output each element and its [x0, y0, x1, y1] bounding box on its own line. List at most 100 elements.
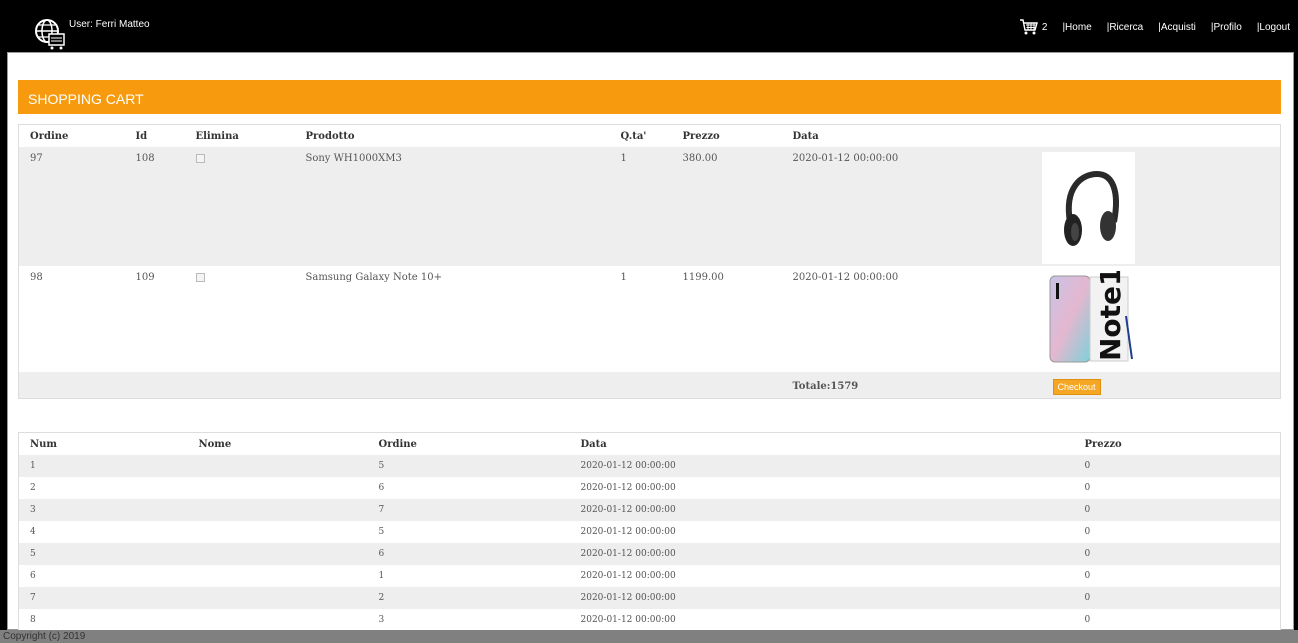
- cell-data: 2020-01-12 00:00:00: [792, 153, 899, 164]
- orders-table: Num Nome Ordine Data Prezzo 1 5 2020-01-…: [18, 432, 1281, 632]
- cell-ordine: 5: [367, 521, 570, 543]
- cell-num: 8: [18, 609, 188, 632]
- table-row: 2 6 2020-01-12 00:00:00 0: [18, 477, 1281, 499]
- table-row: 3 7 2020-01-12 00:00:00 0: [18, 499, 1281, 521]
- orders-header-row: Num Nome Ordine Data Prezzo: [19, 433, 1281, 456]
- cell-ordine: 98: [30, 272, 43, 283]
- footer-copyright: Copyright (c) 2019: [0, 630, 1298, 643]
- nav-profilo-link[interactable]: |Profilo: [1211, 22, 1242, 33]
- table-row: 8 3 2020-01-12 00:00:00 0: [18, 609, 1281, 632]
- cell-nome: [187, 499, 368, 521]
- cell-ordine: 6: [367, 543, 570, 565]
- cell-ordine: 5: [367, 455, 570, 477]
- total-label: Totale:1579: [792, 381, 859, 392]
- cell-elimina: [185, 266, 295, 372]
- svg-text:Note10: Note10: [1094, 271, 1127, 361]
- col-prezzo: Prezzo: [671, 124, 782, 147]
- cell-num: 3: [18, 499, 188, 521]
- table-row: 1 5 2020-01-12 00:00:00 0: [18, 455, 1281, 477]
- cell-num: 2: [18, 477, 188, 499]
- cell-ordine: 7: [367, 499, 570, 521]
- cell-prezzo: 0: [1073, 609, 1281, 632]
- user-label: User: Ferri Matteo: [69, 19, 150, 30]
- cart-header-row: Ordine Id Elimina Prodotto Q.ta' Prezzo …: [18, 124, 1281, 147]
- cell-ordine: 97: [30, 153, 43, 164]
- col-prodotto: Prodotto: [294, 124, 610, 147]
- col-id: Id: [124, 124, 185, 147]
- nav-acquisti-link[interactable]: |Acquisti: [1158, 22, 1196, 33]
- cell-id: 109: [135, 272, 155, 283]
- cell-nome: [187, 521, 368, 543]
- cell-elimina: [185, 147, 295, 266]
- cell-prezzo: 0: [1073, 587, 1281, 609]
- col-elimina: Elimina: [184, 124, 295, 147]
- cell-num: 5: [18, 543, 188, 565]
- cell-num: 7: [18, 587, 188, 609]
- cell-image: [1041, 147, 1281, 266]
- cell-nome: [187, 477, 368, 499]
- cart-link[interactable]: 2: [1019, 19, 1048, 35]
- col-image: [1041, 124, 1281, 147]
- cell-prezzo: 0: [1073, 477, 1281, 499]
- frame-left: [0, 0, 7, 643]
- cell-prezzo: 0: [1073, 455, 1281, 477]
- cell-data: 2020-01-12 00:00:00: [569, 609, 1074, 632]
- cell-nome: [187, 565, 368, 587]
- cell-prodotto: Samsung Galaxy Note 10+: [305, 272, 442, 283]
- cell-data: 2020-01-12 00:00:00: [569, 499, 1074, 521]
- col-data: Data: [580, 438, 607, 450]
- cell-qta: 1: [620, 272, 627, 283]
- col-data: Data: [781, 124, 1042, 147]
- top-navbar: User: Ferri Matteo 2 |Home |Ricerca |Acq…: [7, 7, 1294, 52]
- cell-prezzo: 0: [1073, 543, 1281, 565]
- cell-prezzo: 0: [1073, 499, 1281, 521]
- cell-prodotto: Sony WH1000XM3: [305, 153, 402, 164]
- cell-data: 2020-01-12 00:00:00: [569, 455, 1074, 477]
- cell-data: 2020-01-12 00:00:00: [569, 565, 1074, 587]
- cart-icon[interactable]: [1019, 19, 1038, 35]
- cell-prezzo: 1199.00: [682, 272, 724, 283]
- cell-data: 2020-01-12 00:00:00: [792, 272, 899, 283]
- total-row: Totale:1579 Checkout: [18, 372, 1281, 398]
- cell-data: 2020-01-12 00:00:00: [569, 543, 1074, 565]
- cell-nome: [187, 455, 368, 477]
- cell-ordine: 3: [367, 609, 570, 632]
- nav-ricerca-link[interactable]: |Ricerca: [1107, 22, 1144, 33]
- phone-product-image: Note10: [1041, 247, 1135, 367]
- cell-nome: [187, 543, 368, 565]
- table-row: 4 5 2020-01-12 00:00:00 0: [18, 521, 1281, 543]
- cart-count: 2: [1041, 21, 1048, 33]
- cart-row: 98 109 Samsung Galaxy Note 10+ 1 1199.00…: [18, 247, 1281, 372]
- col-qta: Q.ta': [609, 124, 672, 147]
- cell-num: 1: [18, 455, 188, 477]
- table-row: 6 1 2020-01-12 00:00:00 0: [18, 565, 1281, 587]
- delete-checkbox[interactable]: [195, 154, 205, 163]
- headphones-product-image: [1041, 152, 1135, 264]
- cell-num: 4: [18, 521, 188, 543]
- nav-home-link[interactable]: |Home: [1062, 22, 1091, 33]
- nav-logout-link[interactable]: |Logout: [1257, 22, 1290, 33]
- frame-right: [1294, 0, 1298, 643]
- globe-cart-icon[interactable]: [32, 17, 66, 51]
- table-row: 5 6 2020-01-12 00:00:00 0: [18, 543, 1281, 565]
- table-row: 7 2 2020-01-12 00:00:00 0: [18, 587, 1281, 609]
- cell-image: Note10: [1041, 247, 1281, 372]
- frame-top: [0, 0, 1298, 7]
- cell-prezzo: 0: [1073, 565, 1281, 587]
- cell-id: 108: [135, 153, 155, 164]
- cell-nome: [187, 609, 368, 632]
- cell-data: 2020-01-12 00:00:00: [569, 477, 1074, 499]
- col-ordine: Ordine: [18, 124, 125, 147]
- cell-ordine: 1: [367, 565, 570, 587]
- col-prezzo: Prezzo: [1084, 438, 1122, 450]
- cell-nome: [187, 587, 368, 609]
- delete-checkbox[interactable]: [195, 273, 205, 282]
- cell-prezzo: 380.00: [682, 153, 718, 164]
- col-nome: Nome: [198, 438, 232, 450]
- cell-ordine: 2: [367, 587, 570, 609]
- nav-menu: 2 |Home |Ricerca |Acquisti |Profilo |Log…: [1019, 19, 1294, 35]
- checkout-button[interactable]: Checkout: [1052, 379, 1101, 395]
- col-num: Num: [30, 438, 57, 450]
- cart-table: Ordine Id Elimina Prodotto Q.ta' Prezzo …: [18, 124, 1281, 399]
- cart-row: 97 108 Sony WH1000XM3 1 380.00 2020-01-1…: [18, 147, 1281, 266]
